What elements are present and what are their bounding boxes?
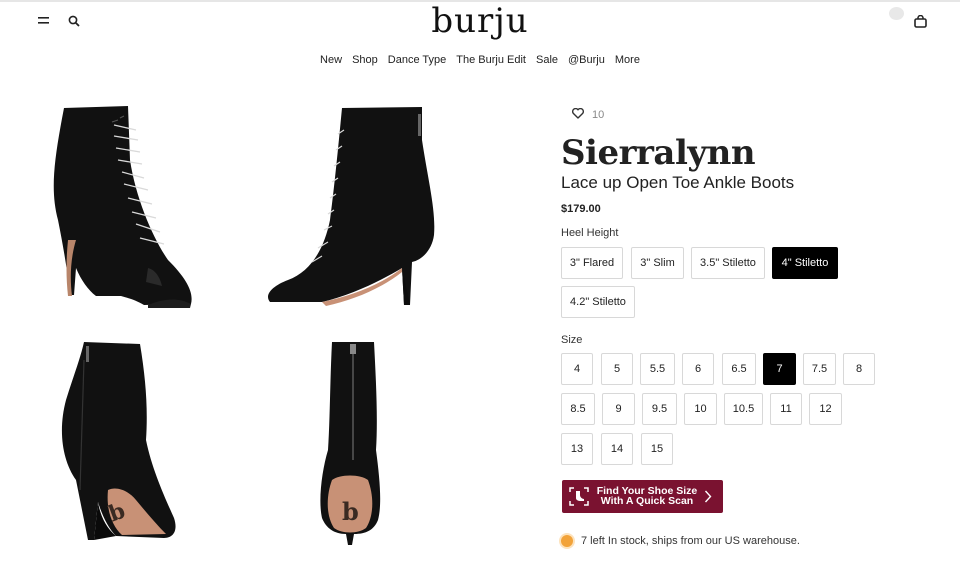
- nav-item-at-burju[interactable]: @Burju: [563, 53, 610, 67]
- size-label: Size: [561, 334, 583, 346]
- product-image-side-lace[interactable]: [36, 100, 206, 315]
- favorite-count: 10: [592, 109, 605, 121]
- size-option[interactable]: 13: [561, 433, 593, 465]
- nav-item-more[interactable]: More: [610, 53, 645, 67]
- search-icon[interactable]: [65, 12, 83, 30]
- size-option-selected[interactable]: 7: [763, 353, 796, 385]
- heel-option[interactable]: 3" Slim: [631, 247, 684, 279]
- product-image-side-outer[interactable]: [262, 100, 442, 315]
- logo[interactable]: burju: [430, 2, 530, 40]
- size-option[interactable]: 6: [682, 353, 714, 385]
- favorite[interactable]: 10: [572, 106, 604, 124]
- nav-item-dance-type[interactable]: Dance Type: [383, 53, 452, 67]
- size-option[interactable]: 6.5: [722, 353, 756, 385]
- quick-scan-button[interactable]: Find Your Shoe Size With A Quick Scan: [562, 480, 723, 513]
- size-option[interactable]: 9.5: [642, 393, 677, 425]
- size-option[interactable]: 8: [843, 353, 875, 385]
- menu-icon[interactable]: [35, 12, 53, 30]
- nav-item-shop[interactable]: Shop: [347, 53, 383, 67]
- chevron-right-icon: [704, 490, 712, 508]
- product-image-back-left[interactable]: b: [36, 340, 206, 550]
- product-price: $179.00: [561, 203, 601, 215]
- stock-status: 7 left In stock, ships from our US wareh…: [561, 535, 800, 547]
- heel-option[interactable]: 4.2" Stiletto: [561, 286, 635, 318]
- size-option[interactable]: 7.5: [803, 353, 836, 385]
- size-option[interactable]: 14: [601, 433, 633, 465]
- size-option[interactable]: 4: [561, 353, 593, 385]
- nav-item-sale[interactable]: Sale: [531, 53, 563, 67]
- toggle-indicator[interactable]: [889, 7, 904, 20]
- heel-option[interactable]: 3" Flared: [561, 247, 623, 279]
- size-option[interactable]: 8.5: [561, 393, 595, 425]
- main-nav: New Shop Dance Type The Burju Edit Sale …: [0, 53, 960, 67]
- heel-height-label: Heel Height: [561, 227, 619, 239]
- size-option[interactable]: 5: [601, 353, 633, 385]
- size-option[interactable]: 5.5: [640, 353, 675, 385]
- nav-item-new[interactable]: New: [315, 53, 347, 67]
- heel-option[interactable]: 3.5" Stiletto: [691, 247, 765, 279]
- size-option[interactable]: 10: [684, 393, 717, 425]
- stock-text: 7 left In stock, ships from our US wareh…: [581, 535, 800, 547]
- product-brand: Sierralynn: [561, 133, 756, 173]
- size-option[interactable]: 15: [641, 433, 673, 465]
- svg-text:b: b: [342, 497, 359, 526]
- heart-icon[interactable]: [572, 106, 584, 124]
- size-option[interactable]: 11: [770, 393, 802, 425]
- quick-scan-text: Find Your Shoe Size With A Quick Scan: [594, 486, 700, 507]
- stock-indicator-dot: [561, 535, 573, 547]
- heel-option-selected[interactable]: 4" Stiletto: [772, 247, 838, 279]
- nav-item-burju-edit[interactable]: The Burju Edit: [451, 53, 531, 67]
- size-option[interactable]: 9: [602, 393, 635, 425]
- quick-scan-line2: With A Quick Scan: [600, 495, 694, 507]
- bag-icon[interactable]: [911, 12, 929, 30]
- size-option[interactable]: 10.5: [724, 393, 763, 425]
- size-option[interactable]: 12: [809, 393, 842, 425]
- product-title: Lace up Open Toe Ankle Boots: [561, 173, 795, 192]
- product-image-back[interactable]: b: [262, 340, 442, 550]
- foot-scan-icon: [569, 487, 589, 511]
